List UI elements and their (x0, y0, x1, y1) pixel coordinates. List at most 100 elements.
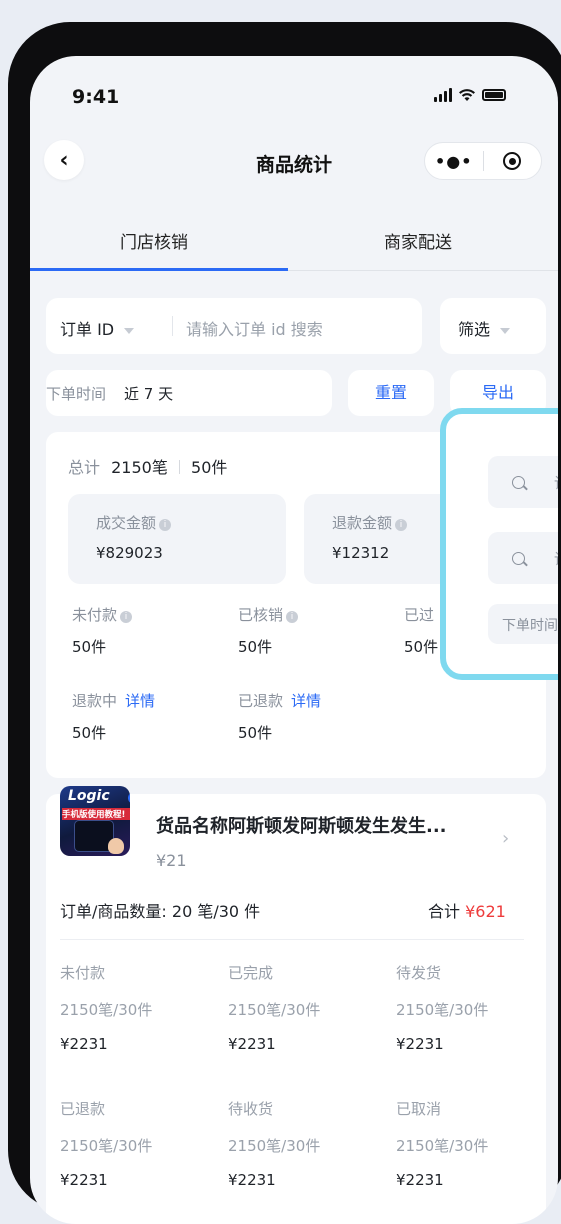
info-icon[interactable]: i (159, 519, 172, 531)
product-count-value: 20 笔/30 件 (171, 902, 261, 921)
stat-refunded-amount: ¥2231 (60, 1171, 108, 1189)
time-filter-value: 近 7 天 (124, 385, 174, 403)
product-divider (60, 939, 524, 940)
thumb-hand (108, 838, 124, 854)
stat-to-receive-count: 2150笔/30件 (228, 1137, 321, 1155)
summary-total-label: 总计 (68, 458, 101, 477)
tab-active-indicator (30, 268, 288, 271)
stat-to-ship-count: 2150笔/30件 (396, 1001, 489, 1019)
product-total-label: 合计 (428, 902, 461, 921)
search-divider (172, 316, 173, 336)
stat-cancelled-count: 2150笔/30件 (396, 1137, 489, 1155)
product-name[interactable]: 货品名称阿斯顿发阿斯顿发生发生... (156, 812, 447, 838)
refunding-title: 退款中 详情 (72, 690, 155, 711)
expired-label: 已过 (404, 606, 435, 624)
stat-cancelled-label: 已取消 (396, 1100, 442, 1118)
thumb-logo-text: Logic (68, 788, 110, 804)
refunding-label: 退款中 (72, 692, 118, 710)
product-total-value: ¥621 (465, 902, 506, 921)
info-icon[interactable]: i (120, 611, 133, 623)
stat-to-ship-amount: ¥2231 (396, 1035, 444, 1053)
product-total: 合计 ¥621 (428, 898, 506, 922)
deal-amount-label: 成交金额 (96, 514, 157, 532)
product-price: ¥21 (156, 851, 187, 870)
stat-unpaid-amount: ¥2231 (60, 1035, 108, 1053)
stat-unpaid-count: 2150笔/30件 (60, 1001, 153, 1019)
stat-completed-label: 已完成 (228, 964, 274, 982)
tab-store-verification[interactable]: 门店核销 (120, 228, 188, 253)
overlay-time-label: 下单时间 (502, 618, 558, 634)
verified-title: 已核销 i (238, 604, 299, 625)
product-count: 订单/商品数量: 20 笔/30 件 (60, 898, 260, 922)
summary-orders: 2150笔 (111, 458, 168, 477)
verified-value: 50件 (238, 638, 273, 656)
info-icon[interactable]: i (286, 611, 299, 623)
refunding-detail-link[interactable]: 详情 (125, 692, 155, 710)
signal-icon (434, 88, 452, 102)
thumb-badge (128, 792, 130, 804)
battery-icon (482, 89, 506, 101)
app-screen: 9:41 ‹ 商品统计 •●• 门店核销 商家配送 订单 ID 请输入订单 id… (30, 56, 558, 1224)
tab-merchant-delivery[interactable]: 商家配送 (384, 228, 452, 253)
search-bar: 订单 ID 请输入订单 id 搜索 (46, 298, 422, 354)
refunded-title: 已退款 详情 (238, 690, 321, 711)
search-icon (512, 476, 525, 489)
target-icon (503, 152, 522, 170)
verified-label: 已核销 (238, 606, 284, 624)
time-filter[interactable]: 下单时间 近 7 天 (46, 370, 332, 416)
refund-amount-label: 退款金额 (332, 514, 393, 532)
filter-button[interactable]: 筛选 (440, 298, 546, 354)
more-dots-icon[interactable]: •●• (425, 152, 483, 171)
search-type-label: 订单 ID (60, 320, 115, 339)
phone-frame: 9:41 ‹ 商品统计 •●• 门店核销 商家配送 订单 ID 请输入订单 id… (8, 22, 561, 1224)
thumb-caption: 手机版使用教程! (62, 808, 130, 820)
refunded-label: 已退款 (238, 692, 284, 710)
close-target-button[interactable] (483, 152, 541, 170)
refunded-detail-link[interactable]: 详情 (291, 692, 321, 710)
chevron-right-icon[interactable]: › (502, 828, 509, 849)
info-icon[interactable]: i (395, 519, 408, 531)
stat-refunded-count: 2150笔/30件 (60, 1137, 153, 1155)
unpaid-label: 未付款 (72, 606, 118, 624)
summary-divider (178, 460, 180, 474)
refund-amount-title: 退款金额 i (332, 512, 408, 533)
mini-program-capsule: •●• (424, 142, 542, 180)
overlay-search-field-1[interactable]: 请 (488, 456, 558, 508)
refund-amount-value: ¥12312 (332, 544, 390, 562)
overlay-search-field-2[interactable]: 请 (488, 532, 558, 584)
summary-items: 50件 (191, 458, 228, 477)
dropdown-arrow-icon (124, 327, 135, 334)
wifi-icon (459, 89, 475, 101)
summary-total: 总计 2150笔 50件 (68, 454, 227, 478)
product-thumbnail[interactable]: Logic 手机版使用教程! (60, 786, 130, 856)
search-icon (512, 552, 525, 565)
status-time: 9:41 (72, 86, 120, 108)
dropdown-arrow-icon (500, 327, 511, 334)
unpaid-title: 未付款 i (72, 604, 133, 625)
unpaid-value: 50件 (72, 638, 107, 656)
search-type-select[interactable]: 订单 ID (60, 316, 135, 340)
filter-preview-overlay: 请 请 下单时间 (440, 408, 558, 680)
overlay-time-field[interactable]: 下单时间 (488, 604, 558, 644)
stat-to-receive-amount: ¥2231 (228, 1171, 276, 1189)
deal-amount-value: ¥829023 (96, 544, 163, 562)
stat-completed-amount: ¥2231 (228, 1035, 276, 1053)
stat-completed-count: 2150笔/30件 (228, 1001, 321, 1019)
overlay-field-1-placeholder: 请 (554, 472, 558, 493)
deal-amount-box: 成交金额 i ¥829023 (68, 494, 286, 584)
status-icons (434, 88, 506, 102)
stat-cancelled-amount: ¥2231 (396, 1171, 444, 1189)
refunding-value: 50件 (72, 724, 107, 742)
refunded-value: 50件 (238, 724, 273, 742)
stat-to-ship-label: 待发货 (396, 964, 442, 982)
product-count-label: 订单/商品数量: (60, 902, 167, 921)
reset-button[interactable]: 重置 (348, 370, 434, 416)
deal-amount-title: 成交金额 i (96, 512, 172, 533)
filter-label: 筛选 (458, 320, 491, 339)
search-input[interactable]: 请输入订单 id 搜索 (186, 316, 323, 340)
stat-unpaid-label: 未付款 (60, 964, 106, 982)
stat-to-receive-label: 待收货 (228, 1100, 274, 1118)
stat-refunded-label: 已退款 (60, 1100, 106, 1118)
expired-value: 50件 (404, 638, 439, 656)
time-filter-label: 下单时间 (46, 385, 107, 403)
